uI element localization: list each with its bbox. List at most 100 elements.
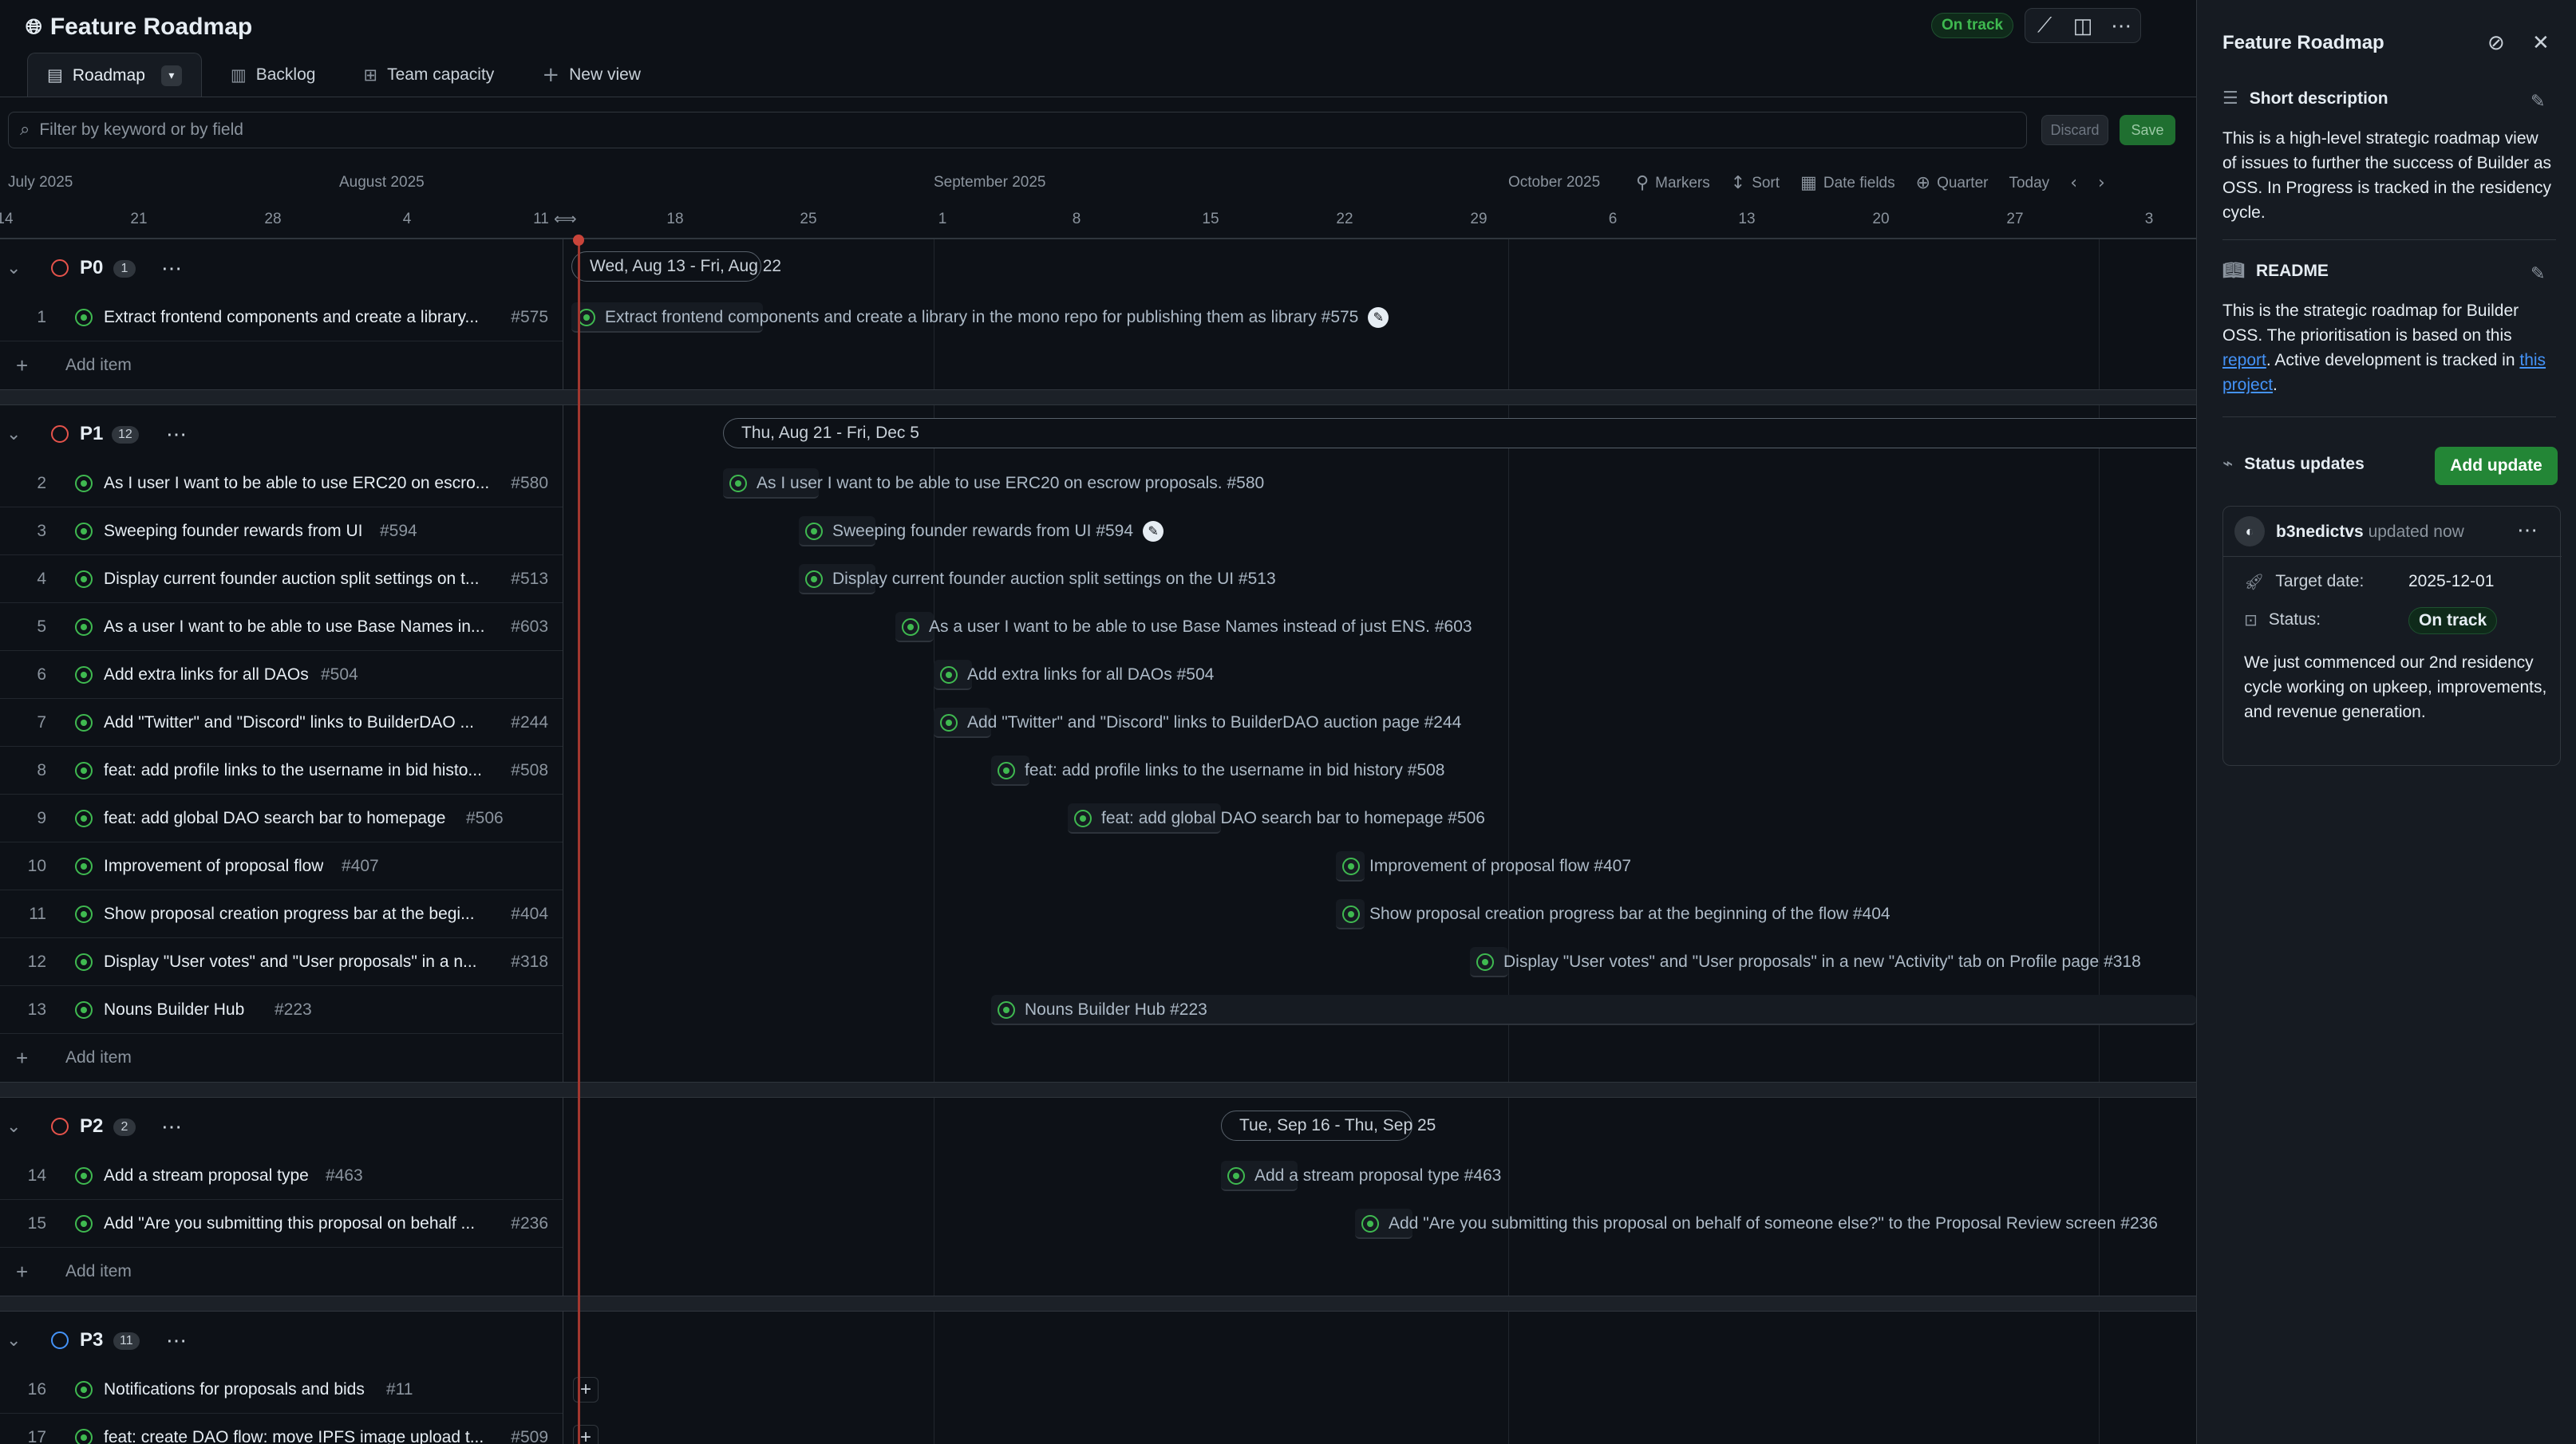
sort-button[interactable]: ↕ Sort bbox=[1731, 175, 1780, 192]
table-row[interactable]: 4 Display current founder auction split … bbox=[0, 555, 563, 603]
close-icon[interactable]: ✕ bbox=[2532, 30, 2550, 55]
today-button[interactable]: Today bbox=[2009, 175, 2049, 192]
issue-title[interactable]: Nouns Builder Hub bbox=[104, 1000, 244, 1020]
save-button[interactable]: Save bbox=[2120, 115, 2175, 145]
issue-title[interactable]: feat: create DAO flow: move IPFS image u… bbox=[104, 1428, 495, 1444]
table-row[interactable]: 9 feat: add global DAO search bar to hom… bbox=[0, 795, 563, 842]
pencil-icon[interactable]: ✎ bbox=[2531, 263, 2545, 284]
table-row[interactable]: 5 As a user I want to be able to use Bas… bbox=[0, 603, 563, 651]
issue-title[interactable]: As I user I want to be able to use ERC20… bbox=[104, 474, 495, 493]
chevron-down-icon[interactable]: ▾ bbox=[160, 65, 182, 86]
status-badge[interactable]: On track bbox=[1931, 13, 2014, 38]
add-date-button[interactable]: + bbox=[573, 1377, 599, 1403]
row-number: 8 bbox=[37, 760, 46, 779]
timeline-bar[interactable]: Sweeping founder rewards from UI #594 ✎ bbox=[799, 516, 1164, 546]
issue-title[interactable]: Add a stream proposal type bbox=[104, 1166, 309, 1186]
table-row[interactable]: 10 Improvement of proposal flow #407 bbox=[0, 842, 563, 890]
add-update-button[interactable]: Add update bbox=[2435, 447, 2558, 485]
more-options-icon[interactable]: ⋯ bbox=[166, 422, 188, 447]
add-item-row[interactable]: + Add item bbox=[0, 1248, 563, 1296]
group-header-p0[interactable]: ⌄ P0 1 ⋯ bbox=[0, 244, 563, 292]
table-row[interactable]: 12 Display "User votes" and "User propos… bbox=[0, 938, 563, 986]
timeline-bar[interactable]: Show proposal creation progress bar at t… bbox=[1336, 899, 1891, 929]
zoom-button[interactable]: ⊕ Quarter bbox=[1916, 175, 1989, 192]
table-row[interactable]: 16 Notifications for proposals and bids … bbox=[0, 1366, 563, 1414]
issue-title[interactable]: As a user I want to be able to use Base … bbox=[104, 617, 495, 637]
table-row[interactable]: 17 feat: create DAO flow: move IPFS imag… bbox=[0, 1414, 563, 1444]
filter-bar[interactable]: ⌕ bbox=[8, 112, 2027, 148]
issue-title[interactable]: Display "User votes" and "User proposals… bbox=[104, 953, 495, 972]
timeline-bar[interactable]: Add extra links for all DAOs #504 bbox=[934, 660, 1214, 690]
tab-team-capacity[interactable]: ⊞ Team capacity bbox=[344, 53, 513, 97]
add-item-row[interactable]: + Add item bbox=[0, 1034, 563, 1082]
timeline-bar[interactable]: feat: add profile links to the username … bbox=[991, 756, 1444, 786]
avatar[interactable]: ◐ bbox=[2234, 516, 2265, 546]
table-row[interactable]: 2 As I user I want to be able to use ERC… bbox=[0, 460, 563, 507]
timeline-bar[interactable]: Extract frontend components and create a… bbox=[571, 302, 1389, 333]
timeline-bar[interactable]: As a user I want to be able to use Base … bbox=[895, 612, 1472, 642]
timeline-bar[interactable]: Add "Twitter" and "Discord" links to Bui… bbox=[934, 708, 1461, 738]
readme-heading: 📖︎ README bbox=[2222, 262, 2329, 281]
timeline-bar[interactable]: Add a stream proposal type #463 bbox=[1221, 1161, 1501, 1191]
discard-button[interactable]: Discard bbox=[2041, 115, 2108, 145]
timeline-bar[interactable]: feat: add global DAO search bar to homep… bbox=[1068, 803, 1485, 834]
issue-title[interactable]: Improvement of proposal flow bbox=[104, 857, 323, 876]
issue-title[interactable]: Add extra links for all DAOs bbox=[104, 665, 309, 685]
insights-icon[interactable]: ⟋ bbox=[2025, 13, 2064, 38]
more-options-icon[interactable]: ⋯ bbox=[166, 1328, 188, 1353]
timeline-bar[interactable]: Display current founder auction split se… bbox=[799, 564, 1276, 594]
pencil-icon[interactable]: ✎ bbox=[2531, 91, 2545, 112]
report-link[interactable]: report bbox=[2222, 351, 2266, 369]
issue-title[interactable]: Extract frontend components and create a… bbox=[104, 308, 495, 327]
chevron-down-icon[interactable]: ⌄ bbox=[6, 1330, 21, 1351]
bar-label: Display current founder auction split se… bbox=[832, 570, 1276, 588]
issue-title[interactable]: Add "Twitter" and "Discord" links to Bui… bbox=[104, 713, 495, 732]
chevron-down-icon[interactable]: ⌄ bbox=[6, 1116, 21, 1137]
markers-button[interactable]: ⚲ Markers bbox=[1636, 175, 1710, 192]
issue-title[interactable]: feat: add global DAO search bar to homep… bbox=[104, 809, 445, 828]
add-item-row[interactable]: + Add item bbox=[0, 341, 563, 389]
table-row[interactable]: 15 Add "Are you submitting this proposal… bbox=[0, 1200, 563, 1248]
resize-handle-icon[interactable]: ⟺ bbox=[554, 209, 577, 229]
table-row[interactable]: 6 Add extra links for all DAOs #504 bbox=[0, 651, 563, 699]
more-options-icon[interactable]: ⋯ bbox=[161, 256, 183, 281]
timeline-bar[interactable]: Nouns Builder Hub #223 bbox=[991, 995, 2196, 1025]
group-header-p1[interactable]: ⌄ P1 12 ⋯ bbox=[0, 410, 563, 458]
timeline-bar[interactable]: Add "Are you submitting this proposal on… bbox=[1355, 1209, 2158, 1239]
table-row[interactable]: 8 feat: add profile links to the usernam… bbox=[0, 747, 563, 795]
filter-input[interactable] bbox=[39, 120, 1955, 140]
status-field: ⊡ Status: bbox=[2244, 610, 2321, 629]
issue-title[interactable]: Sweeping founder rewards from UI bbox=[104, 522, 363, 541]
table-row[interactable]: 7 Add "Twitter" and "Discord" links to B… bbox=[0, 699, 563, 747]
timeline-bar[interactable]: Improvement of proposal flow #407 bbox=[1336, 851, 1631, 882]
unpin-icon[interactable]: ⊘ bbox=[2487, 30, 2505, 55]
table-row[interactable]: 3 Sweeping founder rewards from UI #594 bbox=[0, 507, 563, 555]
more-options-icon[interactable]: ⋯ bbox=[161, 1115, 183, 1139]
tab-backlog[interactable]: ▥ Backlog bbox=[211, 53, 335, 97]
tab-roadmap[interactable]: ▤ Roadmap ▾ bbox=[27, 53, 202, 97]
issue-title[interactable]: Display current founder auction split se… bbox=[104, 570, 495, 589]
add-date-button[interactable]: + bbox=[573, 1425, 599, 1444]
more-options-icon[interactable]: ⋯ bbox=[2102, 14, 2140, 38]
group-header-p2[interactable]: ⌄ P2 2 ⋯ bbox=[0, 1103, 563, 1150]
issue-title[interactable]: Show proposal creation progress bar at t… bbox=[104, 905, 495, 924]
table-row[interactable]: 11 Show proposal creation progress bar a… bbox=[0, 890, 563, 938]
issue-title[interactable]: Add "Are you submitting this proposal on… bbox=[104, 1214, 495, 1233]
prev-button[interactable]: ‹ bbox=[2070, 175, 2077, 192]
author-name[interactable]: b3nedictvs bbox=[2276, 523, 2364, 541]
table-row[interactable]: 13 Nouns Builder Hub #223 bbox=[0, 986, 563, 1034]
timeline-bar[interactable]: Display "User votes" and "User proposals… bbox=[1470, 947, 2141, 977]
group-header-p3[interactable]: ⌄ P3 11 ⋯ bbox=[0, 1316, 563, 1364]
issue-title[interactable]: feat: add profile links to the username … bbox=[104, 761, 495, 780]
table-row[interactable]: 1 Extract frontend components and create… bbox=[0, 294, 563, 341]
next-button[interactable]: › bbox=[2098, 175, 2105, 192]
chevron-down-icon[interactable]: ⌄ bbox=[6, 258, 21, 278]
timeline-bar[interactable]: As I user I want to be able to use ERC20… bbox=[723, 468, 1264, 499]
more-options-icon[interactable]: ⋯ bbox=[2517, 518, 2538, 542]
side-panel-icon[interactable]: ◫ bbox=[2064, 14, 2102, 38]
new-view-button[interactable]: + New view bbox=[523, 53, 660, 97]
date-fields-button[interactable]: ▦ Date fields bbox=[1800, 175, 1895, 192]
table-row[interactable]: 14 Add a stream proposal type #463 bbox=[0, 1152, 563, 1200]
chevron-down-icon[interactable]: ⌄ bbox=[6, 424, 21, 444]
issue-title[interactable]: Notifications for proposals and bids bbox=[104, 1380, 365, 1399]
